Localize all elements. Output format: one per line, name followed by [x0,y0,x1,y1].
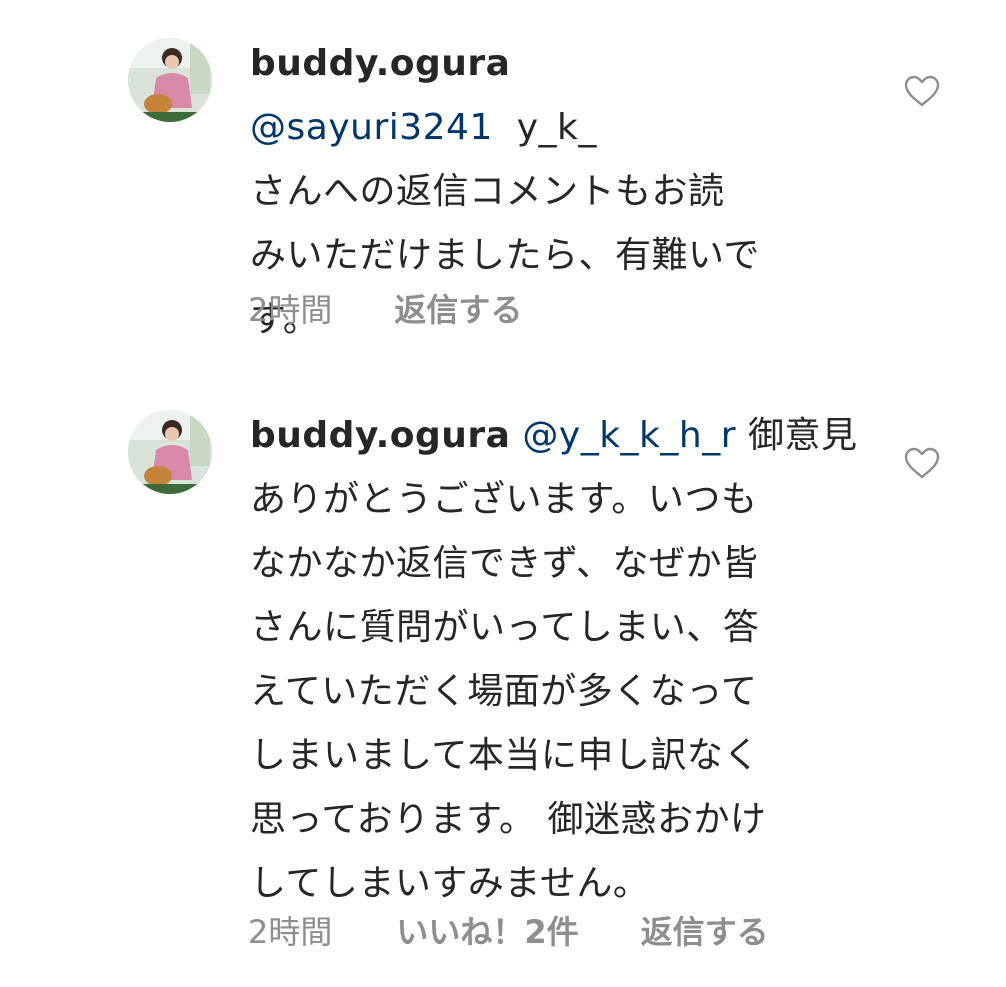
likes-count-link[interactable]: いいね！2件 [396,912,578,952]
comment-text-line: さんに質問がいってしまい、答 [250,607,760,648]
comment-text-line: さんへの返信コメントもお読 [250,171,725,212]
comment-text: buddy.ogura @y_k_k_h_r 御意見 ありがとうございます。いつ… [250,404,860,916]
comment-line: buddy.ogura @sayuri3241 y_k_ [250,32,860,160]
username-link[interactable]: buddy.ogura [250,43,510,84]
comment-line: buddy.ogura @y_k_k_h_r 御意見 [250,404,860,468]
timestamp: 2時間 [248,913,333,951]
comment-text-line: しまいまして本当に申し訳なく [250,735,760,776]
avatar[interactable] [128,38,212,122]
timestamp: 2時間 [248,291,333,329]
username-link[interactable]: buddy.ogura [250,415,510,456]
avatar-photo [128,38,212,122]
comment-text-line: なかなか返信できず、なぜか皆 [250,543,759,584]
reply-button[interactable]: 返信する [394,290,522,330]
comment-text-line: 思っております。 御迷惑おかけ [250,799,767,840]
comment-text-line: ありがとうございます。いつも [250,479,758,520]
comment-meta: 2時間 いいね！2件 返信する [248,912,769,952]
mention-link[interactable]: @sayuri3241 [250,107,493,148]
reply-button[interactable]: 返信する [641,912,769,952]
avatar-photo [128,410,212,494]
comment-text-line: y_k_ [516,107,597,148]
comment-text-line: えていただく場面が多くなって [250,671,758,712]
like-button[interactable] [903,74,941,108]
comment-text-line: 御意見 [747,415,858,456]
like-button[interactable] [903,446,941,480]
heart-outline-icon [904,75,940,107]
comment-meta: 2時間 返信する [248,290,522,330]
comment-text-line: してしまいすみません。 [250,863,650,904]
avatar[interactable] [128,410,212,494]
heart-outline-icon [904,447,940,479]
comment-text-line: みいただけましたら、有難いで [250,235,760,276]
mention-link[interactable]: @y_k_k_h_r [522,415,736,456]
